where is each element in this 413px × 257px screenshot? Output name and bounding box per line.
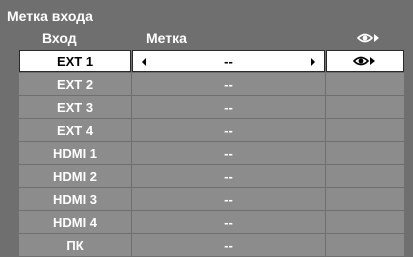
label-value: -- xyxy=(132,165,325,187)
table-row-ext3[interactable]: EXT 3 -- xyxy=(19,96,404,118)
column-header-input: Вход xyxy=(42,30,77,46)
input-name: EXT 2 xyxy=(19,73,131,95)
input-name: HDMI 4 xyxy=(19,211,131,233)
right-arrow-icon[interactable] xyxy=(311,58,315,66)
table-row-ext2[interactable]: EXT 2 -- xyxy=(19,73,404,95)
visibility-toggle[interactable] xyxy=(326,119,404,141)
eye-arrow-icon xyxy=(356,31,382,45)
visibility-toggle[interactable] xyxy=(326,165,404,187)
table-row-hdmi4[interactable]: HDMI 4 -- xyxy=(19,211,404,233)
label-value: -- xyxy=(132,234,325,256)
visibility-toggle[interactable] xyxy=(326,188,404,210)
input-name: EXT 3 xyxy=(19,96,131,118)
label-value: -- xyxy=(132,73,325,95)
table-row-hdmi2[interactable]: HDMI 2 -- xyxy=(19,165,404,187)
eye-arrow-icon xyxy=(352,54,378,68)
input-name: HDMI 1 xyxy=(19,142,131,164)
table-row-hdmi1[interactable]: HDMI 1 -- xyxy=(19,142,404,164)
table-row-ext1[interactable]: EXT 1 -- xyxy=(19,50,404,72)
table-header: Вход Метка xyxy=(0,27,413,48)
input-list: EXT 1 -- EXT 2 -- EXT 3 -- EXT 4 -- HDMI… xyxy=(19,50,404,257)
label-value: -- xyxy=(132,119,325,141)
panel-title: Метка входа xyxy=(7,8,93,24)
input-label-panel: Метка входа Вход Метка EXT 1 -- EXT 2 --… xyxy=(0,0,413,257)
label-value: -- xyxy=(132,211,325,233)
label-selector[interactable]: -- xyxy=(132,50,325,72)
left-arrow-icon[interactable] xyxy=(142,58,146,66)
label-value: -- xyxy=(224,53,233,69)
table-row-hdmi3[interactable]: HDMI 3 -- xyxy=(19,188,404,210)
visibility-toggle[interactable] xyxy=(326,50,404,72)
table-row-pc[interactable]: ПК -- xyxy=(19,234,404,256)
visibility-toggle[interactable] xyxy=(326,211,404,233)
input-name: HDMI 3 xyxy=(19,188,131,210)
input-name: EXT 1 xyxy=(19,50,131,72)
input-name: EXT 4 xyxy=(19,119,131,141)
label-value: -- xyxy=(132,142,325,164)
visibility-toggle[interactable] xyxy=(326,234,404,256)
label-value: -- xyxy=(132,188,325,210)
input-name: ПК xyxy=(19,234,131,256)
label-value: -- xyxy=(132,96,325,118)
input-name: HDMI 2 xyxy=(19,165,131,187)
table-row-ext4[interactable]: EXT 4 -- xyxy=(19,119,404,141)
visibility-toggle[interactable] xyxy=(326,96,404,118)
visibility-toggle[interactable] xyxy=(326,142,404,164)
visibility-toggle[interactable] xyxy=(326,73,404,95)
column-header-label: Метка xyxy=(146,30,187,46)
